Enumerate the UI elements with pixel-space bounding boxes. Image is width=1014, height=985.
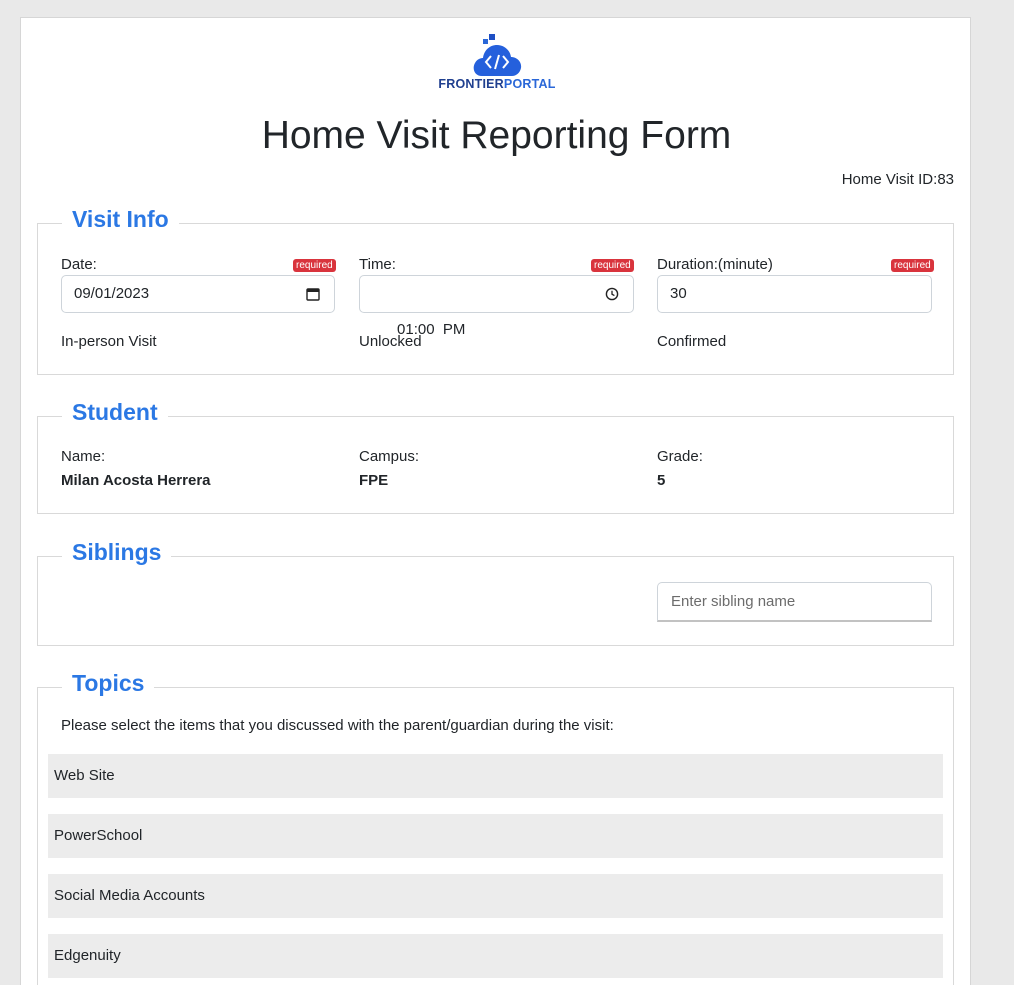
siblings-section: Siblings xyxy=(37,539,954,646)
time-required-badge: required xyxy=(591,259,634,272)
topic-item-social-media-accounts[interactable]: Social Media Accounts xyxy=(48,874,943,918)
date-input[interactable]: 09/01/2023 xyxy=(61,275,335,313)
calendar-icon[interactable] xyxy=(306,287,320,301)
duration-value: 30 xyxy=(670,285,687,302)
time-label: Time: xyxy=(359,256,396,273)
time-input[interactable]: 01:00 PM xyxy=(359,275,634,338)
brand-wordmark: FRONTIERPORTAL xyxy=(436,77,558,91)
visit-id-value: 83 xyxy=(937,171,954,188)
brand-part2: PORTAL xyxy=(503,77,556,91)
grade-label: Grade: xyxy=(657,448,703,465)
form-page: FRONTIERPORTAL Home Visit Reporting Form… xyxy=(20,17,971,985)
grade-value: 5 xyxy=(657,472,666,489)
student-section: Student Name: Milan Acosta Herrera Campu… xyxy=(37,399,954,514)
student-name-value: Milan Acosta Herrera xyxy=(61,472,211,489)
student-legend: Student xyxy=(62,399,168,426)
cloud-code-icon xyxy=(473,34,522,76)
topics-legend: Topics xyxy=(62,670,155,697)
sibling-name-input[interactable] xyxy=(657,582,932,622)
topic-item-web-site[interactable]: Web Site xyxy=(48,754,943,798)
visit-info-legend: Visit Info xyxy=(62,206,179,233)
student-name-label: Name: xyxy=(61,448,106,465)
campus-value: FPE xyxy=(359,472,389,489)
clock-icon[interactable] xyxy=(605,287,619,301)
duration-input[interactable]: 30 xyxy=(657,275,932,313)
topic-item-edgenuity[interactable]: Edgenuity xyxy=(48,934,943,978)
duration-required-badge: required xyxy=(891,259,934,272)
topic-item-powerschool[interactable]: PowerSchool xyxy=(48,814,943,858)
duration-label: Duration:(minute) xyxy=(657,256,773,273)
page-title: Home Visit Reporting Form xyxy=(261,114,732,157)
lock-status: Unlocked xyxy=(359,333,422,350)
visit-id-label: Home Visit ID: xyxy=(841,171,938,188)
brand-part1: FRONTIER xyxy=(438,77,504,91)
frontierportal-logo: FRONTIERPORTAL xyxy=(436,34,558,94)
date-label: Date: xyxy=(61,256,97,273)
siblings-legend: Siblings xyxy=(62,539,172,566)
visit-type: In-person Visit xyxy=(61,333,157,350)
campus-label: Campus: xyxy=(359,448,420,465)
topics-prompt: Please select the items that you discuss… xyxy=(61,717,614,734)
date-value: 09/01/2023 xyxy=(74,285,150,302)
topics-section: Topics Please select the items that you … xyxy=(37,670,954,985)
date-required-badge: required xyxy=(293,259,336,272)
visit-info-section: Visit Info Date: required 09/01/2023 Tim… xyxy=(37,206,954,375)
confirm-status: Confirmed xyxy=(657,333,727,350)
home-visit-id: Home Visit ID:83 xyxy=(842,171,954,188)
